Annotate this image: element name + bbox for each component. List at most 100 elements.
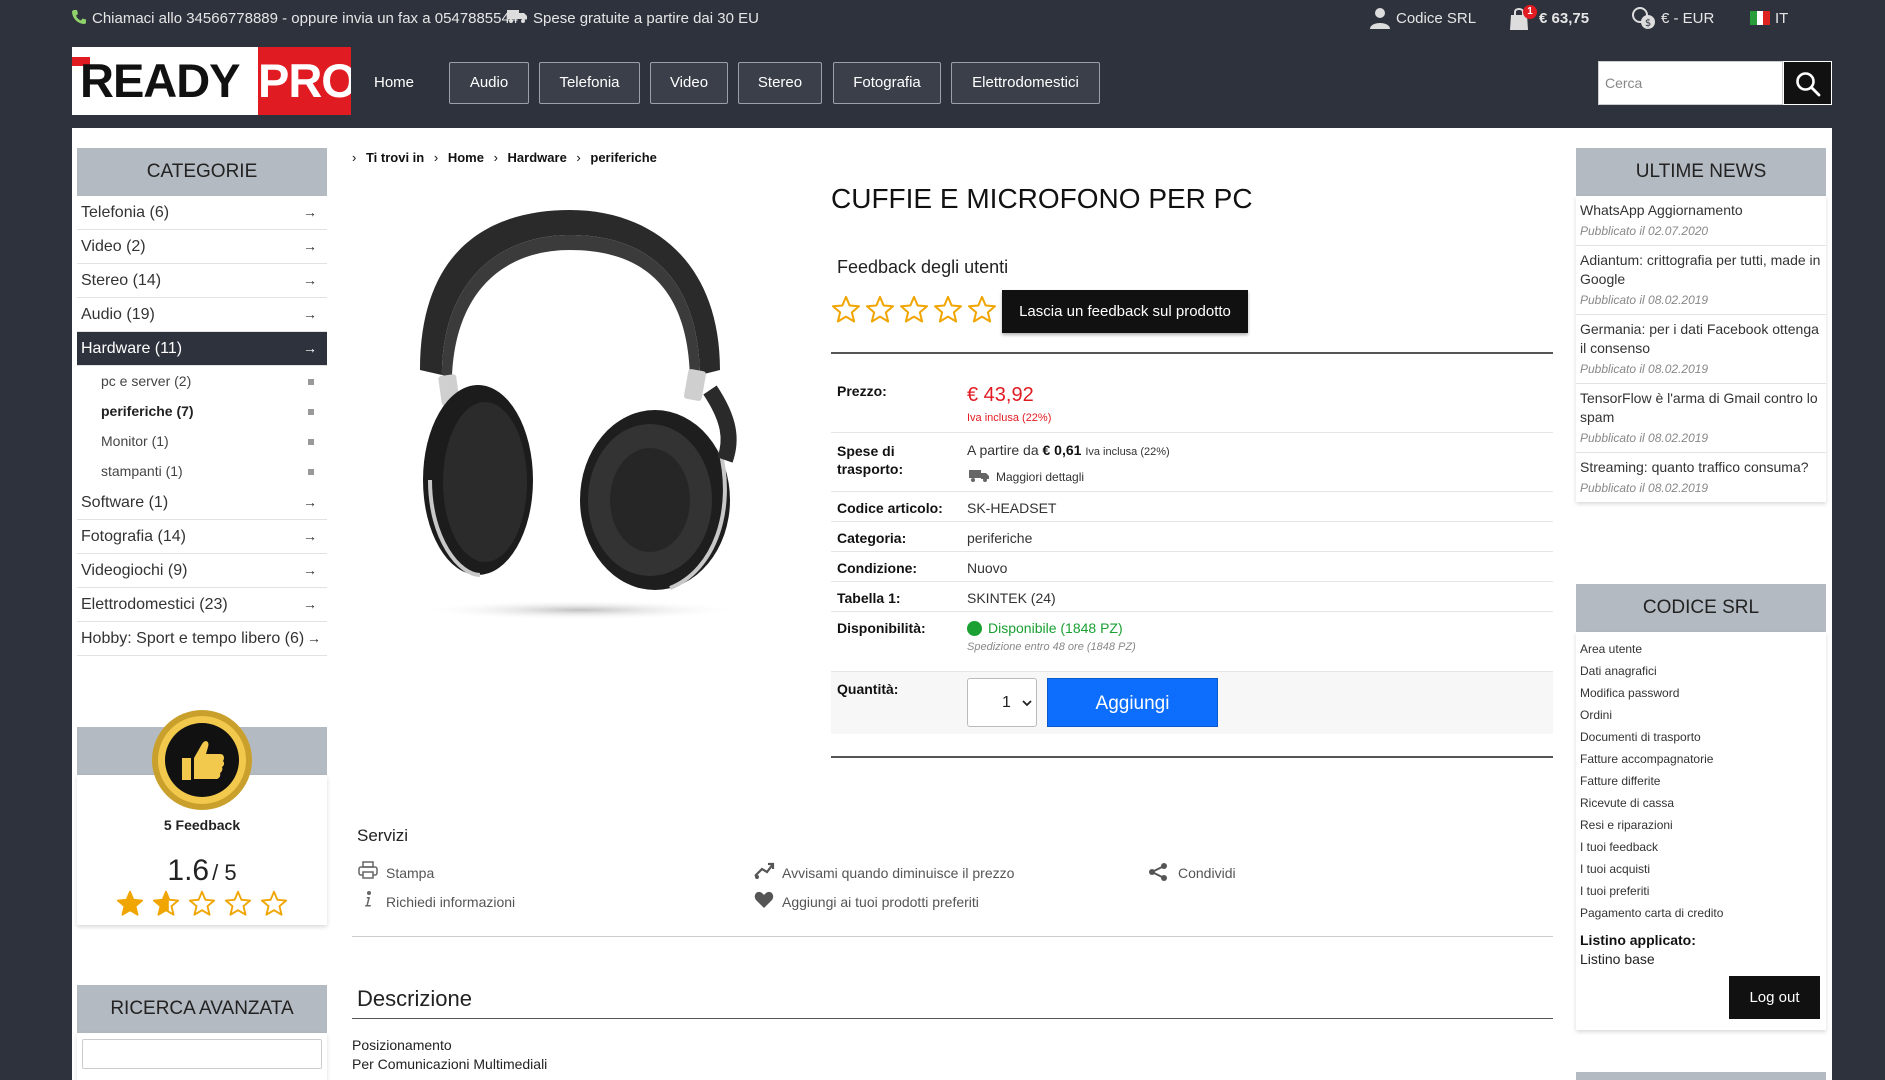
description-title: Descrizione — [357, 986, 472, 1011]
site-logo[interactable]: READY PRO — [72, 47, 351, 115]
shipping-prefix: A partire da — [967, 442, 1039, 458]
quantity-select[interactable]: 1 — [967, 678, 1037, 727]
account-link-preferiti[interactable]: I tuoi preferiti — [1580, 884, 1649, 898]
user-icon[interactable] — [1368, 6, 1392, 30]
star-icon — [260, 890, 288, 916]
category-videogiochi[interactable]: Videogiochi (9) → — [77, 554, 327, 588]
account-link-acquisti[interactable]: I tuoi acquisti — [1580, 862, 1650, 876]
account-link-pagamento-carta[interactable]: Pagamento carta di credito — [1580, 906, 1723, 920]
news-item[interactable]: Streaming: quanto traffico consuma? Pubb… — [1576, 453, 1826, 502]
search-button[interactable] — [1783, 61, 1832, 105]
subcategory-pc-server[interactable]: pc e server (2) — [77, 366, 327, 396]
row-divider — [831, 521, 1553, 522]
logout-button[interactable]: Log out — [1729, 976, 1820, 1019]
account-link-resi-riparazioni[interactable]: Resi e riparazioni — [1580, 818, 1673, 832]
arrow-right-icon: → — [303, 596, 317, 612]
advanced-search-header: RICERCA AVANZATA — [77, 985, 327, 1033]
availability-label: Disponibilità: — [837, 620, 926, 636]
shipping-details-link[interactable]: Maggiori dettagli — [996, 470, 1084, 484]
product-star-rating[interactable] — [831, 295, 1001, 327]
category-software[interactable]: Software (1) → — [77, 486, 327, 520]
account-link-documenti-trasporto[interactable]: Documenti di trasporto — [1580, 730, 1701, 744]
account-link-modifica-password[interactable]: Modifica password — [1580, 686, 1679, 700]
price-alert-link[interactable]: Avvisami quando diminuisce il prezzo — [782, 865, 1014, 881]
row-divider — [831, 551, 1553, 552]
nav-stereo[interactable]: Stereo — [738, 62, 822, 104]
news-title[interactable]: WhatsApp Aggiornamento — [1580, 201, 1822, 220]
divider — [831, 756, 1553, 758]
account-link-feedback[interactable]: I tuoi feedback — [1580, 840, 1658, 854]
print-link[interactable]: Stampa — [386, 865, 434, 881]
category-list: Telefonia (6) → Video (2) → Stereo (14) → A… — [77, 196, 327, 656]
square-bullet-icon — [308, 409, 314, 415]
news-title[interactable]: Adiantum: crittografia per tutti, made i… — [1580, 251, 1822, 289]
category-label: Categoria: — [837, 530, 907, 546]
account-link-dati-anagrafici[interactable]: Dati anagrafici — [1580, 664, 1657, 678]
news-title[interactable]: TensorFlow è l'arma di Gmail contro lo s… — [1580, 389, 1822, 427]
category-hardware[interactable]: Hardware (11) → — [77, 332, 327, 366]
product-category[interactable]: periferiche — [967, 530, 1032, 546]
category-fotografia[interactable]: Fotografia (14) → — [77, 520, 327, 554]
currency-selector[interactable]: € - EUR — [1661, 10, 1714, 27]
condition-label: Condizione: — [837, 560, 918, 576]
request-info-link[interactable]: Richiedi informazioni — [386, 894, 515, 910]
nav-fotografia[interactable]: Fotografia — [833, 62, 941, 104]
nav-telefonia[interactable]: Telefonia — [539, 62, 640, 104]
news-header: ULTIME NEWS — [1576, 148, 1826, 196]
nav-video[interactable]: Video — [650, 62, 728, 104]
svg-text:$: $ — [1645, 18, 1651, 29]
category-elettrodomestici[interactable]: Elettrodomestici (23) → — [77, 588, 327, 622]
subcategory-label: pc e server (2) — [101, 373, 192, 389]
leave-feedback-button[interactable]: Lascia un feedback sul prodotto — [1002, 290, 1248, 333]
category-label: Elettrodomestici (23) — [81, 596, 228, 613]
availability-status: Disponibile (1848 PZ) — [988, 620, 1123, 636]
category-telefonia[interactable]: Telefonia (6) → — [77, 196, 327, 230]
breadcrumb-separator: › — [576, 150, 581, 165]
account-link-area-utente[interactable]: Area utente — [1580, 642, 1642, 656]
language-selector[interactable]: IT — [1775, 10, 1788, 27]
breadcrumb-chevron-icon: › — [352, 150, 357, 165]
subcategory-stampanti[interactable]: stampanti (1) — [77, 456, 327, 486]
category-audio[interactable]: Audio (19) → — [77, 298, 327, 332]
account-link-ordini[interactable]: Ordini — [1580, 708, 1612, 722]
search-icon — [1796, 72, 1821, 97]
square-bullet-icon — [308, 379, 314, 385]
advanced-search-input[interactable] — [82, 1039, 322, 1069]
category-hobby[interactable]: Hobby: Sport e tempo libero (6) → — [77, 622, 327, 656]
account-link-fatture-differite[interactable]: Fatture differite — [1580, 774, 1660, 788]
nav-audio[interactable]: Audio — [449, 62, 529, 104]
breadcrumb-separator: › — [493, 150, 498, 165]
italy-flag-icon[interactable] — [1750, 11, 1770, 25]
description-line-2: Per Comunicazioni Multimediali — [352, 1056, 548, 1072]
search-input[interactable]: Cerca — [1598, 61, 1783, 105]
add-favorite-link[interactable]: Aggiungi ai tuoi prodotti preferiti — [782, 894, 979, 910]
product-image[interactable] — [400, 200, 760, 630]
news-item[interactable]: Germania: per i dati Facebook ottenga il… — [1576, 315, 1826, 384]
account-box-header: CODICE SRL — [1576, 584, 1826, 632]
nav-home[interactable]: Home — [374, 62, 414, 104]
account-link-ricevute-cassa[interactable]: Ricevute di cassa — [1580, 796, 1674, 810]
news-item[interactable]: WhatsApp Aggiornamento Pubblicato il 02.… — [1576, 196, 1826, 246]
subcategory-monitor[interactable]: Monitor (1) — [77, 426, 327, 456]
cart-total[interactable]: € 63,75 — [1539, 10, 1589, 27]
news-title[interactable]: Streaming: quanto traffico consuma? — [1580, 458, 1822, 477]
category-video[interactable]: Video (2) → — [77, 230, 327, 264]
breadcrumb-home[interactable]: Home — [448, 150, 484, 165]
account-link-fatture-accompagnatorie[interactable]: Fatture accompagnatorie — [1580, 752, 1713, 766]
breadcrumb: › Ti trovi in › Home › Hardware › perife… — [352, 150, 663, 165]
nav-elettrodomestici[interactable]: Elettrodomestici — [951, 62, 1100, 104]
news-item[interactable]: Adiantum: crittografia per tutti, made i… — [1576, 246, 1826, 315]
feedback-score: 1.6/ 5 — [77, 854, 327, 888]
currency-icon[interactable]: $ — [1631, 5, 1657, 31]
row-divider — [831, 491, 1553, 492]
category-stereo[interactable]: Stereo (14) → — [77, 264, 327, 298]
subcategory-periferiche[interactable]: periferiche (7) — [77, 396, 327, 426]
breadcrumb-hardware[interactable]: Hardware — [508, 150, 567, 165]
share-link[interactable]: Condividi — [1178, 865, 1236, 881]
add-to-cart-button[interactable]: Aggiungi — [1047, 678, 1218, 727]
news-title[interactable]: Germania: per i dati Facebook ottenga il… — [1580, 320, 1822, 358]
breadcrumb-prefix: Ti trovi in — [365, 150, 425, 165]
breadcrumb-periferiche[interactable]: periferiche — [590, 150, 656, 165]
account-link[interactable]: Codice SRL — [1396, 10, 1476, 27]
news-item[interactable]: TensorFlow è l'arma di Gmail contro lo s… — [1576, 384, 1826, 453]
